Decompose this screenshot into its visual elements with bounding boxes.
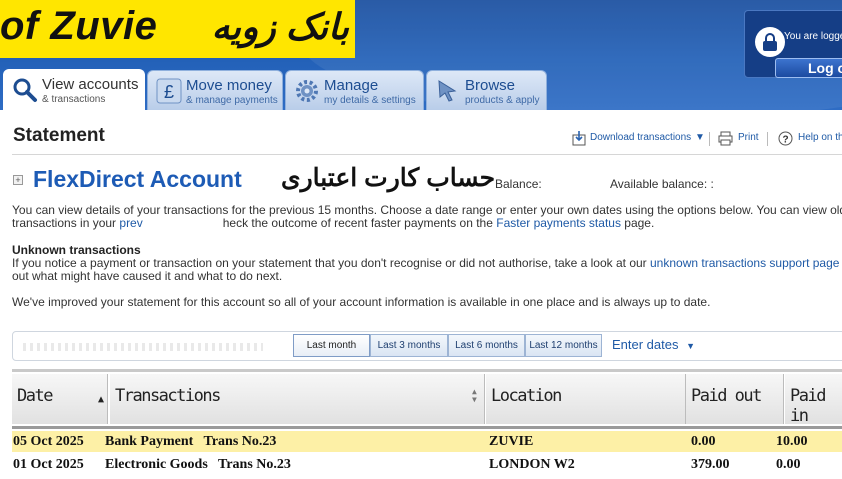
- tab-title: Move money: [186, 77, 272, 94]
- cell-location: ZUVIE: [489, 434, 534, 449]
- print-icon: [718, 131, 733, 146]
- tab-manage[interactable]: Manage my details & settings: [285, 70, 424, 110]
- tab-title: View accounts: [42, 76, 139, 93]
- available-balance-text: Available balance:: [610, 177, 708, 191]
- balance-label: Balance:: [495, 177, 542, 191]
- faster-payments-link[interactable]: Faster payments status: [496, 216, 621, 230]
- account-name[interactable]: FlexDirect Account: [33, 166, 242, 193]
- account-name-persian: حساب کارت اعتباری: [281, 164, 496, 192]
- tab-view-accounts[interactable]: View accounts & transactions: [3, 69, 145, 110]
- lock-icon: [755, 27, 785, 57]
- table-header-border: [12, 426, 842, 429]
- pound-icon: £: [156, 78, 182, 104]
- statement-notice: We've improved your statement for this a…: [12, 295, 711, 309]
- session-box: You are logge Log o: [744, 10, 842, 78]
- available-balance-label: Available balance: :: [610, 177, 714, 191]
- download-icon: [572, 131, 586, 146]
- cursor-icon: [438, 80, 457, 102]
- svg-text:£: £: [164, 82, 174, 102]
- cell-paid-out: 379.00: [691, 457, 730, 472]
- last-12-months-button[interactable]: Last 12 months: [525, 334, 602, 357]
- last-3-months-button[interactable]: Last 3 months: [370, 334, 448, 357]
- last-month-button[interactable]: Last month: [293, 334, 370, 357]
- sort-ascending-icon: ▲: [98, 394, 104, 405]
- column-header-paid-in[interactable]: Paid in: [785, 374, 842, 426]
- column-header-paid-out[interactable]: Paid out: [686, 374, 784, 424]
- divider: [12, 154, 842, 155]
- intro-text: heck the outcome of recent faster paymen…: [222, 216, 497, 230]
- brand-banner: of Zuvie بانک زویه: [0, 0, 355, 58]
- chevron-down-icon[interactable]: ▼: [695, 132, 705, 143]
- table-top-border: [12, 369, 842, 372]
- unknown-transactions-link[interactable]: unknown transactions support page: [650, 256, 839, 270]
- column-header-date[interactable]: Date ▲: [12, 374, 108, 424]
- site-header: of Zuvie بانک زویه You are logge Log o V…: [0, 0, 842, 110]
- divider: [709, 132, 710, 146]
- unknown-text: If you notice a payment or transaction o…: [12, 256, 650, 270]
- cell-paid-in: 10.00: [776, 434, 808, 449]
- sort-icon: ▲ ▼: [472, 387, 477, 404]
- cell-location: LONDON W2: [489, 457, 575, 472]
- redacted-text: [23, 343, 263, 351]
- cell-paid-out: 0.00: [691, 434, 716, 449]
- unknown-text-line: out what might have caused it and what t…: [12, 269, 283, 283]
- print-link[interactable]: Print: [738, 132, 759, 143]
- available-balance-value: :: [710, 177, 714, 191]
- help-icon: ?: [778, 131, 793, 146]
- brand-name-persian: بانک زویه: [211, 6, 349, 47]
- divider: [767, 132, 768, 146]
- tab-subtitle: my details & settings: [324, 95, 416, 106]
- tab-subtitle: & manage payments: [186, 95, 278, 106]
- chevron-down-icon: ▼: [686, 341, 696, 351]
- column-header-label: Date: [17, 386, 53, 406]
- cell-date: 05 Oct 2025: [13, 434, 84, 449]
- logout-button[interactable]: Log o: [775, 58, 842, 78]
- brand-name: of Zuvie: [0, 4, 158, 48]
- search-icon: [13, 78, 37, 102]
- last-6-months-button[interactable]: Last 6 months: [448, 334, 525, 357]
- cell-date: 01 Oct 2025: [13, 457, 84, 472]
- tab-browse[interactable]: Browse products & apply: [426, 70, 547, 110]
- gear-icon: [296, 80, 318, 102]
- table-row[interactable]: 05 Oct 2025 Bank Payment Trans No.23 ZUV…: [12, 431, 842, 452]
- tab-title: Manage: [324, 77, 379, 94]
- expand-icon[interactable]: +: [13, 175, 23, 185]
- intro-text-line: transactions in your prev heck the outcom…: [12, 217, 654, 230]
- column-header-label: Transactions: [115, 386, 221, 406]
- cell-paid-in: 0.00: [776, 457, 801, 472]
- cell-description: Electronic Goods Trans No.23: [105, 457, 291, 472]
- intro-text: transactions in your: [12, 216, 120, 230]
- tab-subtitle: & transactions: [42, 94, 106, 105]
- cell-description: Bank Payment Trans No.23: [105, 434, 277, 449]
- intro-text: page.: [620, 216, 655, 230]
- svg-text:?: ?: [782, 135, 788, 146]
- download-transactions-link[interactable]: Download transactions: [590, 132, 691, 143]
- previous-statements-link[interactable]: prev: [119, 216, 142, 230]
- help-link[interactable]: Help on th: [798, 132, 842, 143]
- page-title: Statement: [13, 125, 105, 146]
- tab-title: Browse: [465, 77, 516, 94]
- column-header-location[interactable]: Location: [486, 374, 686, 424]
- tab-subtitle: products & apply: [465, 95, 540, 106]
- enter-dates-label: Enter dates: [612, 337, 679, 352]
- tab-move-money[interactable]: £ Move money & manage payments: [147, 70, 283, 110]
- enter-dates-link[interactable]: Enter dates ▼: [612, 337, 695, 352]
- column-header-transactions[interactable]: Transactions ▲ ▼: [110, 374, 485, 424]
- table-row[interactable]: 01 Oct 2025 Electronic Goods Trans No.23…: [12, 454, 842, 475]
- unknown-transactions-heading: Unknown transactions: [12, 243, 141, 257]
- session-status: You are logge: [784, 31, 842, 42]
